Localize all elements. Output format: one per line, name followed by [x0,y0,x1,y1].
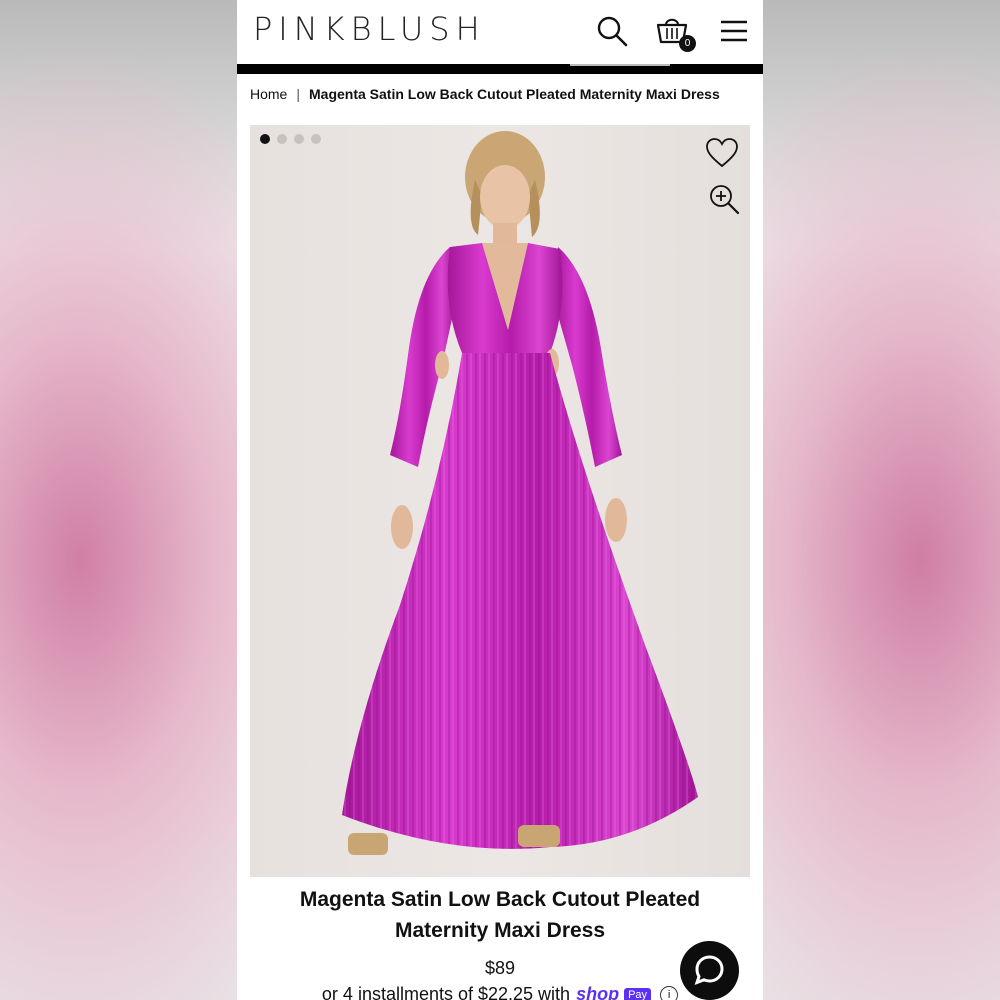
carousel-dot-3[interactable] [294,134,304,144]
mobile-page: PINKBLUSH 0 Home | Magenta Satin Low Back … [237,0,763,1000]
scroll-indicator [570,64,670,66]
shop-pay-logo: shop [576,984,620,1000]
header-divider-bar [237,64,763,74]
cart-count-badge: 0 [679,35,696,52]
site-header: PINKBLUSH 0 [237,0,763,64]
shop-pay-badge: Pay [624,988,652,1000]
search-icon[interactable] [595,14,629,48]
info-icon[interactable]: i [660,986,679,1000]
breadcrumb-separator: | [296,86,300,102]
carousel-dot-2[interactable] [277,134,287,144]
image-carousel-dots [260,134,321,144]
carousel-dot-1[interactable] [260,134,270,144]
carousel-dot-4[interactable] [311,134,321,144]
breadcrumb-home-link[interactable]: Home [250,86,287,102]
product-title-line-1: Magenta Satin Low Back Cutout Pleated [299,888,701,911]
hamburger-menu-icon[interactable] [717,14,751,48]
product-photo-model-in-magenta-dress [342,131,698,855]
installments-text: or 4 installments of $22.25 with [321,984,571,1000]
product-title: Magenta Satin Low Back Cutout Pleated Ma… [237,884,763,946]
chat-bubble-icon [694,955,724,986]
zoom-in-icon[interactable] [708,183,740,215]
breadcrumb: Home | Magenta Satin Low Back Cutout Pleat… [250,86,720,102]
site-logo[interactable]: PINKBLUSH [253,10,486,48]
breadcrumb-current: Magenta Satin Low Back Cutout Pleated Ma… [309,86,720,102]
heart-icon[interactable] [705,137,739,169]
product-image-gallery[interactable] [250,125,750,877]
chat-button[interactable] [680,941,739,1000]
